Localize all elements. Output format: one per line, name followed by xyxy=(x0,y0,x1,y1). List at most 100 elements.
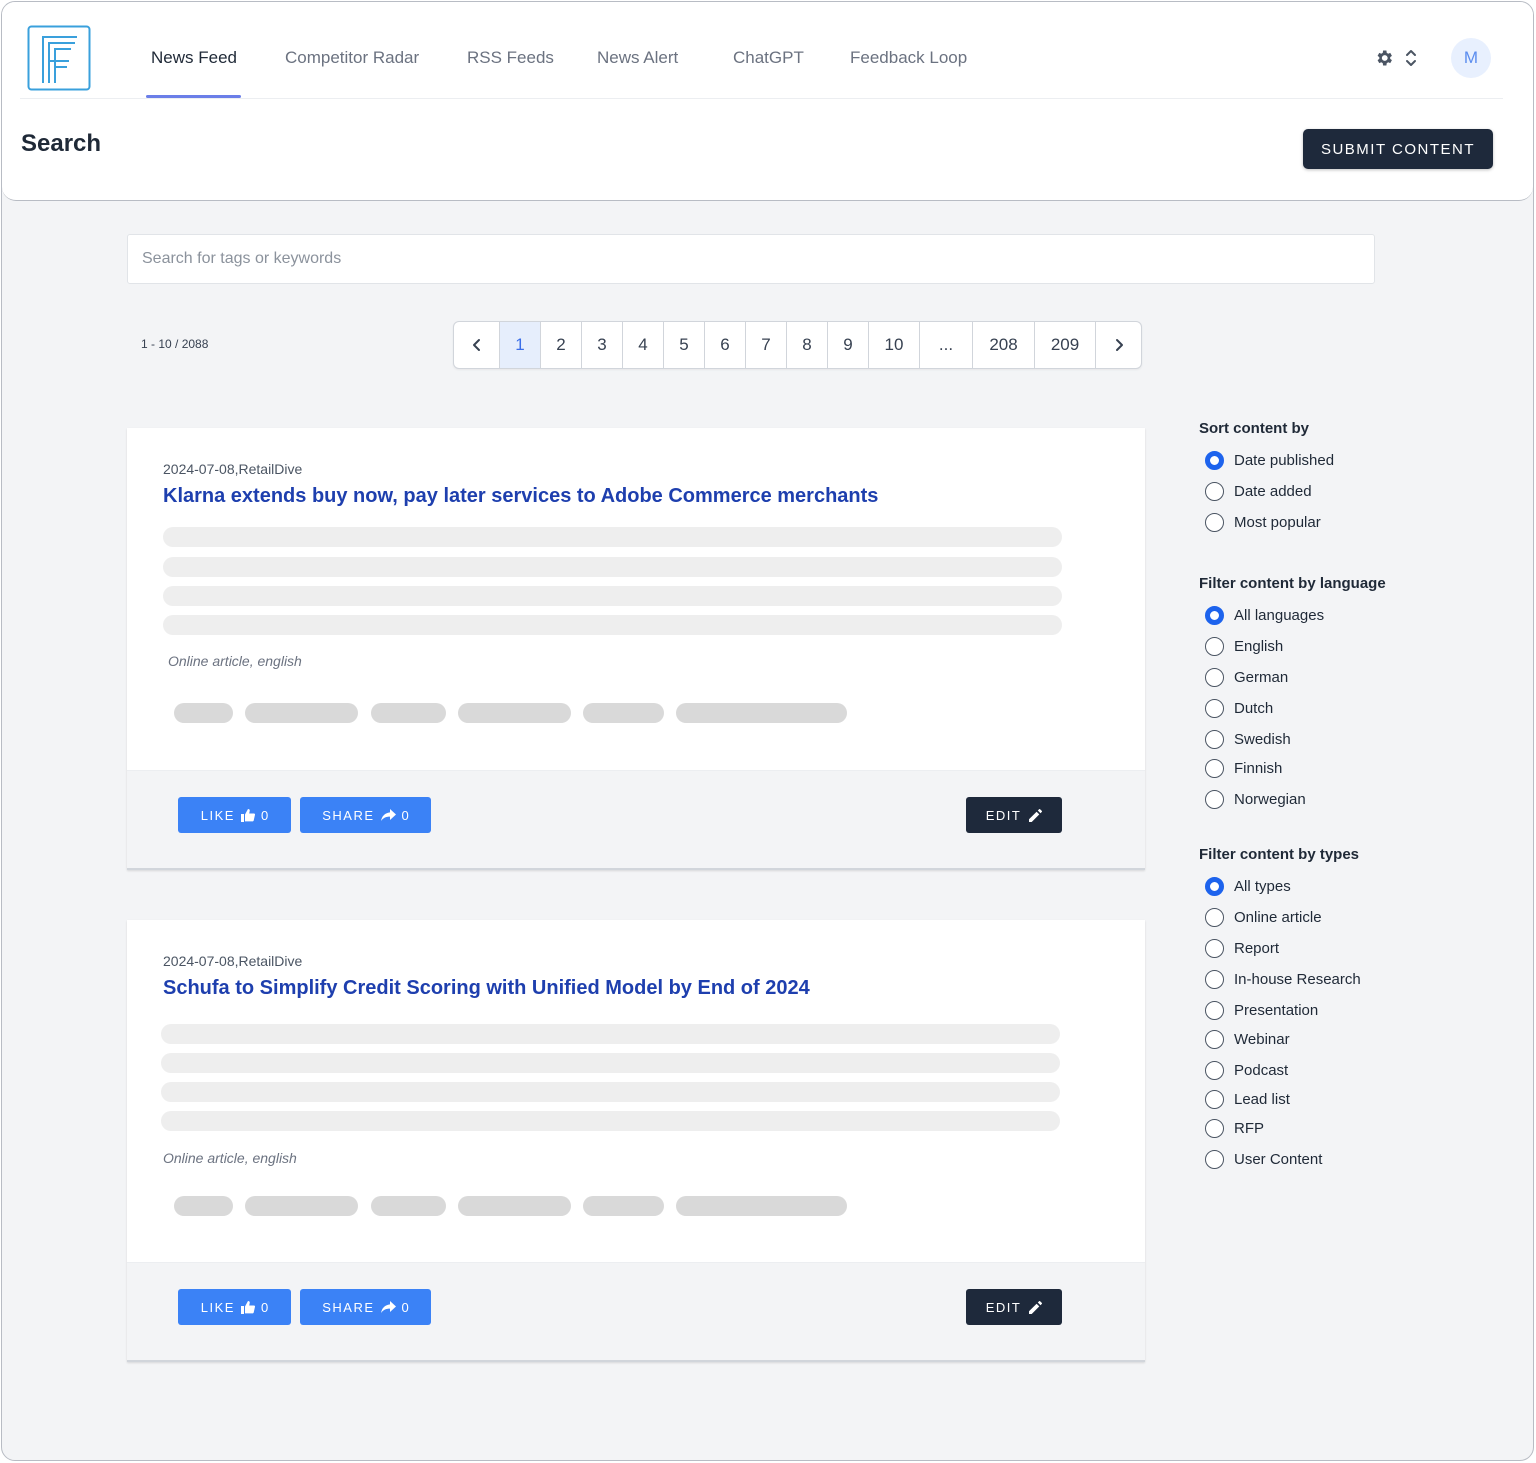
radio-checked[interactable] xyxy=(1205,877,1224,896)
sort-option-date-added[interactable]: Date added xyxy=(1205,482,1312,501)
type-option-presentation[interactable]: Presentation xyxy=(1205,1001,1318,1020)
pencil-icon xyxy=(1029,808,1043,822)
type-option-rfp[interactable]: RFP xyxy=(1205,1119,1264,1138)
edit-button[interactable]: EDIT xyxy=(966,1289,1062,1325)
search-input[interactable] xyxy=(127,234,1375,284)
language-option-dutch[interactable]: Dutch xyxy=(1205,699,1273,718)
radio[interactable] xyxy=(1205,637,1224,656)
tag-placeholder xyxy=(371,703,446,723)
gear-icon[interactable] xyxy=(1374,48,1394,68)
page-2[interactable]: 2 xyxy=(541,322,582,368)
tab-rss-feeds[interactable]: RSS Feeds xyxy=(467,48,554,68)
chevron-right-icon xyxy=(1115,339,1123,351)
tab-competitor-radar[interactable]: Competitor Radar xyxy=(285,48,419,68)
page-208[interactable]: 208 xyxy=(973,322,1035,368)
radio[interactable] xyxy=(1205,513,1224,532)
radio[interactable] xyxy=(1205,1030,1224,1049)
radio[interactable] xyxy=(1205,1061,1224,1080)
share-button[interactable]: SHARE 0 xyxy=(300,797,431,833)
tab-news-feed[interactable]: News Feed xyxy=(151,48,237,68)
radio-label: Finnish xyxy=(1234,760,1283,777)
share-count: 0 xyxy=(401,1299,409,1315)
radio[interactable] xyxy=(1205,970,1224,989)
thumbs-up-icon xyxy=(240,1300,255,1314)
type-option-lead-list[interactable]: Lead list xyxy=(1205,1090,1290,1109)
tab-feedback-loop[interactable]: Feedback Loop xyxy=(850,48,967,68)
user-avatar[interactable]: M xyxy=(1451,38,1491,78)
radio[interactable] xyxy=(1205,699,1224,718)
language-option-norwegian[interactable]: Norwegian xyxy=(1205,790,1306,809)
type-option-all[interactable]: All types xyxy=(1205,877,1291,896)
radio[interactable] xyxy=(1205,790,1224,809)
tag-placeholder xyxy=(583,1196,664,1216)
page-5[interactable]: 5 xyxy=(664,322,705,368)
type-option-podcast[interactable]: Podcast xyxy=(1205,1061,1288,1080)
radio[interactable] xyxy=(1205,730,1224,749)
article-body: 2024-07-08,RetailDive Schufa to Simplify… xyxy=(127,920,1145,1262)
tab-news-alert[interactable]: News Alert xyxy=(597,48,678,68)
radio[interactable] xyxy=(1205,482,1224,501)
edit-button[interactable]: EDIT xyxy=(966,797,1062,833)
share-button[interactable]: SHARE 0 xyxy=(300,1289,431,1325)
radio-label: Date published xyxy=(1234,452,1335,469)
radio[interactable] xyxy=(1205,668,1224,687)
article-title[interactable]: Schufa to Simplify Credit Scoring with U… xyxy=(163,977,810,1000)
page-7[interactable]: 7 xyxy=(746,322,787,368)
type-option-in-house-research[interactable]: In-house Research xyxy=(1205,970,1361,989)
submit-content-button[interactable]: SUBMIT CONTENT xyxy=(1303,129,1493,169)
type-option-online-article[interactable]: Online article xyxy=(1205,908,1322,927)
share-icon xyxy=(380,1300,396,1313)
active-tab-indicator xyxy=(146,95,241,98)
type-option-webinar[interactable]: Webinar xyxy=(1205,1030,1290,1049)
language-option-swedish[interactable]: Swedish xyxy=(1205,730,1291,749)
language-option-english[interactable]: English xyxy=(1205,637,1283,656)
page-6[interactable]: 6 xyxy=(705,322,746,368)
article-actions: LIKE 0 SHARE 0 EDIT xyxy=(127,1262,1145,1362)
radio[interactable] xyxy=(1205,1001,1224,1020)
radio[interactable] xyxy=(1205,1119,1224,1138)
radio-label: Most popular xyxy=(1234,514,1321,531)
page-4[interactable]: 4 xyxy=(623,322,664,368)
summary-placeholder-line xyxy=(161,1053,1060,1073)
radio-label: Podcast xyxy=(1234,1062,1289,1079)
radio[interactable] xyxy=(1205,939,1224,958)
summary-placeholder-line xyxy=(163,586,1062,606)
tag-placeholder xyxy=(245,703,358,723)
language-option-all[interactable]: All languages xyxy=(1205,606,1324,625)
chevron-up-down-icon[interactable] xyxy=(1404,48,1418,68)
page-10[interactable]: 10 xyxy=(869,322,920,368)
radio-label: In-house Research xyxy=(1234,971,1361,988)
page-8[interactable]: 8 xyxy=(787,322,828,368)
radio[interactable] xyxy=(1205,759,1224,778)
page-9[interactable]: 9 xyxy=(828,322,869,368)
type-option-report[interactable]: Report xyxy=(1205,939,1279,958)
like-button[interactable]: LIKE 0 xyxy=(178,797,291,833)
pagination-next[interactable] xyxy=(1096,322,1141,368)
sort-option-most-popular[interactable]: Most popular xyxy=(1205,513,1321,532)
tag-placeholder xyxy=(676,1196,847,1216)
like-button[interactable]: LIKE 0 xyxy=(178,1289,291,1325)
radio-checked[interactable] xyxy=(1205,451,1224,470)
page-3[interactable]: 3 xyxy=(582,322,623,368)
page-209[interactable]: 209 xyxy=(1035,322,1096,368)
article-meta: 2024-07-08,RetailDive xyxy=(163,461,303,477)
radio[interactable] xyxy=(1205,1150,1224,1169)
language-option-german[interactable]: German xyxy=(1205,668,1288,687)
page-ellipsis: ... xyxy=(920,322,973,368)
sort-option-date-published[interactable]: Date published xyxy=(1205,451,1334,470)
article-meta: 2024-07-08,RetailDive xyxy=(163,953,303,969)
radio-label: Online article xyxy=(1234,909,1322,926)
radio-checked[interactable] xyxy=(1205,606,1224,625)
types-title: Filter content by types xyxy=(1199,846,1360,863)
thumbs-up-icon xyxy=(240,808,255,822)
language-option-finnish[interactable]: Finnish xyxy=(1205,759,1282,778)
radio-label: All types xyxy=(1234,878,1291,895)
page-1[interactable]: 1 xyxy=(500,322,541,368)
radio[interactable] xyxy=(1205,1090,1224,1109)
pagination-prev[interactable] xyxy=(454,322,500,368)
tab-chatgpt[interactable]: ChatGPT xyxy=(733,48,804,68)
type-option-user-content[interactable]: User Content xyxy=(1205,1150,1322,1169)
radio[interactable] xyxy=(1205,908,1224,927)
article-title[interactable]: Klarna extends buy now, pay later servic… xyxy=(163,485,878,508)
tag-placeholder xyxy=(676,703,847,723)
